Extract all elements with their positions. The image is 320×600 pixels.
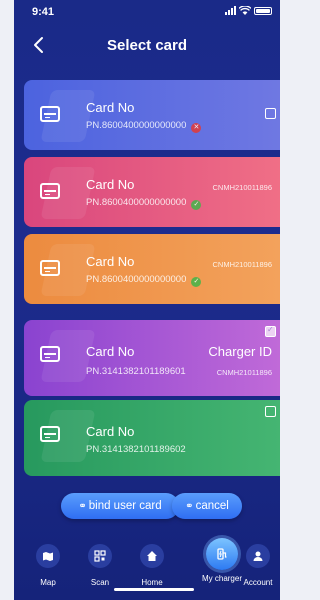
check-status-icon: ✓: [191, 200, 202, 210]
card-select-checkbox[interactable]: [265, 325, 276, 337]
status-bar: 9:41: [14, 0, 280, 26]
cancel-button[interactable]: ⚭ cancel: [172, 493, 242, 519]
tab-label: Scan: [90, 578, 110, 587]
card-title: Card No: [86, 344, 135, 359]
tab-map[interactable]: Map: [28, 538, 68, 587]
card-icon: [40, 260, 60, 276]
link-icon: ⚭: [78, 501, 87, 512]
tab-label: Home: [141, 578, 163, 587]
tab-label: Map: [40, 578, 56, 587]
card-item[interactable]: Card No PN.8600400000000000 ✓ CNMH2100118…: [24, 157, 280, 227]
wifi-icon: [239, 6, 251, 15]
card-icon: [40, 346, 60, 362]
status-time: 9:41: [32, 6, 55, 18]
tab-label: Account: [243, 578, 273, 587]
card-number: PN.3141382101189602: [86, 444, 186, 455]
app-screen: 9:41 Select card Card No PN.860040000000…: [14, 0, 280, 600]
card-select-checkbox[interactable]: [265, 406, 276, 417]
card-number: PN.8600400000000000 ✓: [86, 197, 202, 210]
card-item[interactable]: Card No PN.8600400000000000 ✕: [24, 80, 280, 150]
card-item[interactable]: Card No PN.3141382101189602: [24, 400, 280, 476]
map-icon: [43, 552, 53, 561]
error-status-icon: ✕: [191, 123, 202, 133]
card-icon: [40, 106, 60, 122]
card-item[interactable]: Card No PN.8600400000000000 ✓ CNMH2100118…: [24, 234, 280, 304]
home-indicator: [114, 588, 194, 591]
charger-id-label: Charger ID: [208, 344, 272, 359]
station-id: CNMH210011896: [212, 183, 272, 192]
station-id: CNMH21011896: [216, 368, 272, 377]
card-item[interactable]: Card No PN.3141382101189601 Charger ID C…: [24, 320, 280, 396]
status-icons: [225, 6, 272, 15]
header: Select card: [14, 32, 280, 62]
link-icon: ⚭: [185, 501, 194, 512]
card-icon: [40, 426, 60, 442]
page-title: Select card: [106, 37, 188, 54]
home-icon: [147, 551, 157, 561]
card-title: Card No: [86, 424, 135, 439]
card-icon: [40, 183, 60, 199]
account-icon: [253, 551, 263, 561]
card-title: Card No: [86, 177, 135, 192]
card-title: Card No: [86, 254, 135, 269]
qr-scan-icon: [94, 550, 106, 562]
card-title: Card No: [86, 100, 135, 115]
card-number: PN.8600400000000000 ✓: [86, 274, 202, 287]
tab-home[interactable]: Home: [132, 538, 172, 587]
signal-icon: [225, 6, 236, 15]
tab-scan[interactable]: Scan: [80, 538, 120, 587]
card-number: PN.3141382101189601: [86, 366, 186, 377]
tab-account[interactable]: Account: [238, 538, 278, 587]
check-status-icon: ✓: [191, 277, 202, 287]
card-number: PN.8600400000000000 ✕: [86, 120, 202, 133]
station-id: CNMH210011896: [212, 260, 272, 269]
charger-icon: [217, 548, 227, 560]
card-select-checkbox[interactable]: [265, 108, 276, 119]
battery-icon: [254, 6, 272, 15]
bind-user-card-button[interactable]: ⚭ bind user card: [61, 493, 179, 519]
